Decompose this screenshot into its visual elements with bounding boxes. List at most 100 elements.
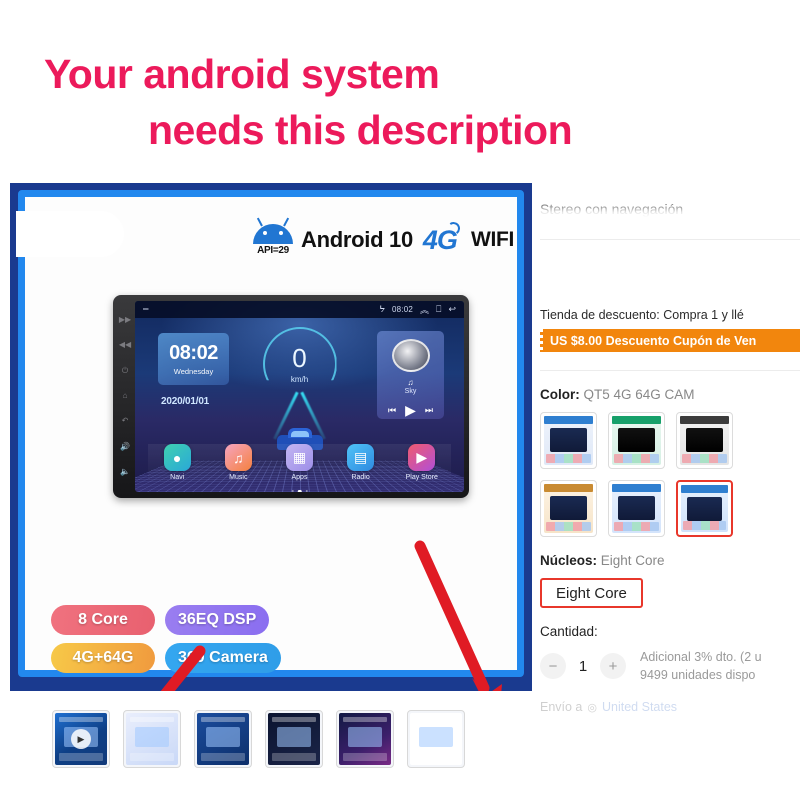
thumbnail-1-video[interactable]: ▶ [52,710,110,768]
clock-widget-day: Wednesday [173,366,214,376]
album-art [391,339,430,372]
home-key-icon: ⌂ [122,390,128,400]
volume-down-key-icon: 🔈 [120,467,130,477]
app-label: Play Store [405,474,438,481]
clock-widget[interactable]: 08:02 Wednesday [158,333,229,385]
product-image-panel[interactable]: API=29 Android 10 4G WIFI ▶▶ ◀◀ ⏻ ⌂ ↶ 🔊 … [10,183,532,691]
app-play-store[interactable]: ▶ Play Store [396,444,448,481]
speedometer-ring-icon [262,327,337,381]
page-headline: Your android system needs this descripti… [0,32,800,172]
color-swatch-2[interactable] [608,412,665,469]
music-track-title: Sky [404,388,417,395]
next-track-icon[interactable]: ⏭ [425,405,433,416]
fourg-label: 4G [423,220,461,256]
cores-option-eight-core[interactable]: Eight Core [540,578,643,608]
headline-line-1: Your android system [44,51,440,97]
thumbnail-image [268,713,320,765]
divider [540,370,800,371]
page-dot[interactable] [291,489,294,492]
back-arrow-icon[interactable]: ↩ [448,304,456,315]
thumbnail-image [339,713,391,765]
quantity-value[interactable]: 1 [576,658,590,675]
location-pin-icon: ◎ [587,701,597,714]
music-note-icon: ♫ [407,378,414,387]
ship-label: Envío a [540,700,583,715]
clock-widget-date: 2020/01/01 [161,396,210,407]
thumbnail-3-camera[interactable] [194,710,252,768]
home-icon[interactable]: ⎯ [143,303,149,316]
quantity-label: Cantidad: [540,624,598,639]
volume-up-key-icon: 🔊 [120,441,130,451]
app-radio[interactable]: ▤ Radio [335,444,387,481]
divider [540,239,800,240]
music-controls: ⏮ ▶ ⏭ [388,402,433,419]
thumbnail-image [197,713,249,765]
page-dot[interactable] [297,489,302,492]
app-music[interactable]: ♫ Music [212,444,264,481]
shipping-destination-row[interactable]: Envío a ◎ United States [540,700,800,714]
listing-title: Stereo con navegación [540,201,684,217]
product-thumbnail-strip[interactable]: ▶ [52,710,465,768]
speedometer-widget: 0 km/h [262,327,337,389]
api-label: API=29 [257,245,289,256]
red-arrow-to-360-camera [160,645,206,691]
color-swatch-4[interactable] [540,480,597,537]
ship-country-value[interactable]: United States [602,700,677,714]
headline-line-2: needs this description [148,107,573,153]
thumbnail-5-features[interactable] [336,710,394,768]
play-icon[interactable]: ▶ [71,729,91,749]
quantity-stepper[interactable]: − 1 + Adicional 3% dto. (2 u 9499 unidad… [540,648,800,684]
thumbnail-image [410,713,462,765]
color-selected-value: QT5 4G 64G CAM [583,387,695,402]
feature-pill-row: 8 Core 36EQ DSP [51,605,291,635]
android-banner: API=29 Android 10 4G WIFI [253,220,514,259]
app-grid-icon: ▦ [285,444,313,471]
store-promo-text: Tienda de descuento: Compra 1 y llé [540,308,744,322]
back-key-icon: ↶ [121,416,129,426]
decorative-lobe [16,211,124,257]
quantity-increase-button[interactable]: + [600,653,626,680]
map-pin-icon: ● [163,444,191,471]
color-swatch-grid[interactable] [540,412,792,537]
android-status-bar: ⎯ ᔭ 08:02 ︽ ⎕ ↩ [135,301,464,318]
cores-option-label: Núcleos: Eight Core [540,553,800,568]
thumbnail-2-specs[interactable] [123,710,181,768]
cores-label-text: Núcleos: [540,553,598,568]
page-indicator-dots [291,489,308,492]
quantity-notes: Adicional 3% dto. (2 u 9499 unidades dis… [640,648,762,684]
play-icon[interactable]: ▶ [405,402,416,419]
color-swatch-5[interactable] [608,480,665,537]
android-version-label: Android 10 [301,227,413,252]
red-arrow-to-cameras [414,540,502,691]
quantity-decrease-button[interactable]: − [540,653,566,680]
product-listing-column: Stereo con navegación Tienda de descuent… [540,195,800,800]
stock-availability-note: 9499 unidades dispo [640,668,756,683]
app-dock: ● Navi ♫ Music ▦ Apps ▤ Radio ▶ Play Store [148,444,451,488]
app-navi[interactable]: ● Navi [151,444,203,481]
app-label: Radio [351,474,370,481]
android-robot-icon: API=29 [253,224,293,256]
app-apps[interactable]: ▦ Apps [273,444,325,481]
status-clock: 08:02 [392,305,414,314]
app-label: Music [229,474,248,481]
clock-widget-time: 08:02 [169,341,218,364]
bulk-discount-note: Adicional 3% dto. (2 u [640,650,762,664]
feature-pill-36eq-dsp: 36EQ DSP [165,605,270,635]
color-swatch-3[interactable] [676,412,733,469]
chevron-up-icon[interactable]: ︽ [420,303,429,316]
discount-coupon-banner[interactable]: US $8.00 Descuento Cupón de Ven [540,329,800,352]
color-label-text: Color: [540,387,580,402]
color-swatch-1[interactable] [540,412,597,469]
color-swatch-6[interactable] [676,480,733,537]
recents-icon[interactable]: ⎕ [436,304,441,315]
device-screen: ⎯ ᔭ 08:02 ︽ ⎕ ↩ 08:02 Wednesday 2020/01/… [135,301,464,492]
thumbnail-6-packing-list[interactable] [407,710,465,768]
car-head-unit: ▶▶ ◀◀ ⏻ ⌂ ↶ 🔊 🔈 ⎯ ᔭ 08:02 ︽ ⎕ ↩ 08:02 We… [113,295,469,498]
thumbnail-4-dashboard[interactable] [265,710,323,768]
play-store-icon: ▶ [408,444,436,471]
page-dot[interactable] [305,489,308,492]
previous-track-icon[interactable]: ⏮ [388,405,396,416]
music-widget[interactable]: ♫ Sky ⏮ ▶ ⏭ [377,331,444,419]
thumbnail-image [126,713,178,765]
volume-key-icon: ▶▶ [118,314,132,324]
